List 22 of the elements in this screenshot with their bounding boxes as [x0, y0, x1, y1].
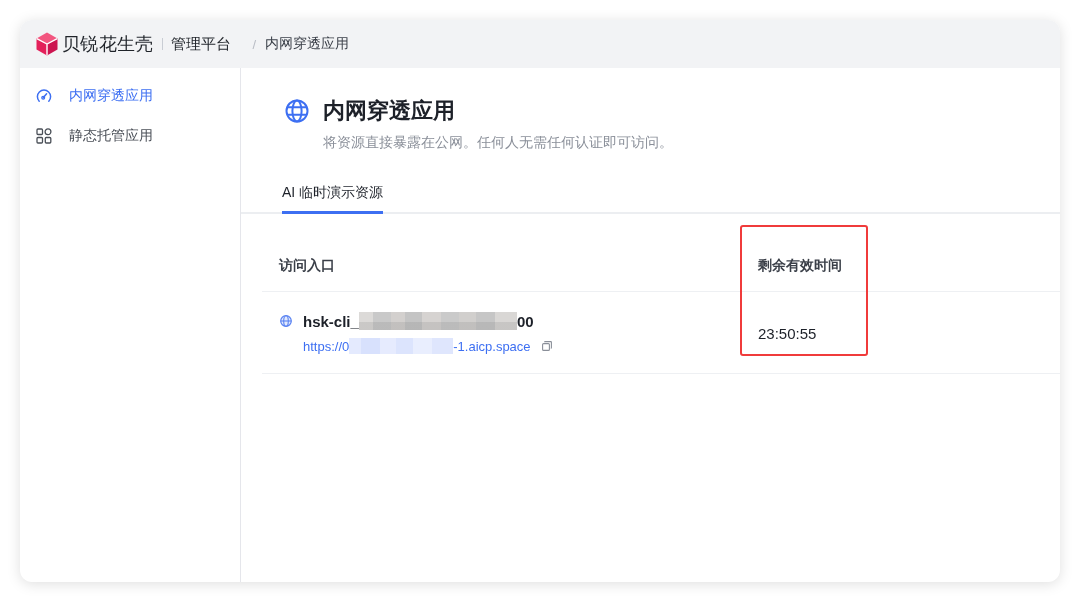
copy-icon[interactable] — [541, 341, 552, 351]
resource-name-part: 00 — [516, 312, 534, 330]
brand-name: 贝锐花生壳 — [62, 33, 154, 56]
column-header: 剩余有效时间 — [758, 256, 842, 275]
sidebar-item[interactable]: 静态托管应用 — [20, 116, 232, 156]
column-header: 访问入口 — [279, 256, 335, 275]
gauge-icon — [36, 88, 52, 104]
breadcrumb-separator: / — [252, 36, 257, 52]
cube-icon — [36, 32, 58, 56]
shapes-grid-icon — [36, 128, 52, 144]
tab[interactable]: AI 临时演示资源 — [282, 172, 384, 214]
page-description: 将资源直接暴露在公网。任何人无需任何认证即可访问。 — [323, 133, 673, 152]
url-link-part[interactable]: -1.aicp.space — [453, 338, 531, 354]
globe-icon — [280, 315, 292, 327]
globe-icon — [285, 99, 309, 123]
resource-name-part: hsk-cli_ — [303, 312, 359, 330]
remaining-time: 23:50:55 — [758, 324, 817, 342]
product-name: 管理平台 — [170, 34, 231, 54]
sidebar-item[interactable]: 内网穿透应用 — [20, 76, 232, 116]
page-title: 内网穿透应用 — [323, 97, 456, 125]
breadcrumb-item[interactable]: 内网穿透应用 — [265, 35, 350, 53]
url-link-part[interactable]: https://0 — [303, 338, 350, 354]
